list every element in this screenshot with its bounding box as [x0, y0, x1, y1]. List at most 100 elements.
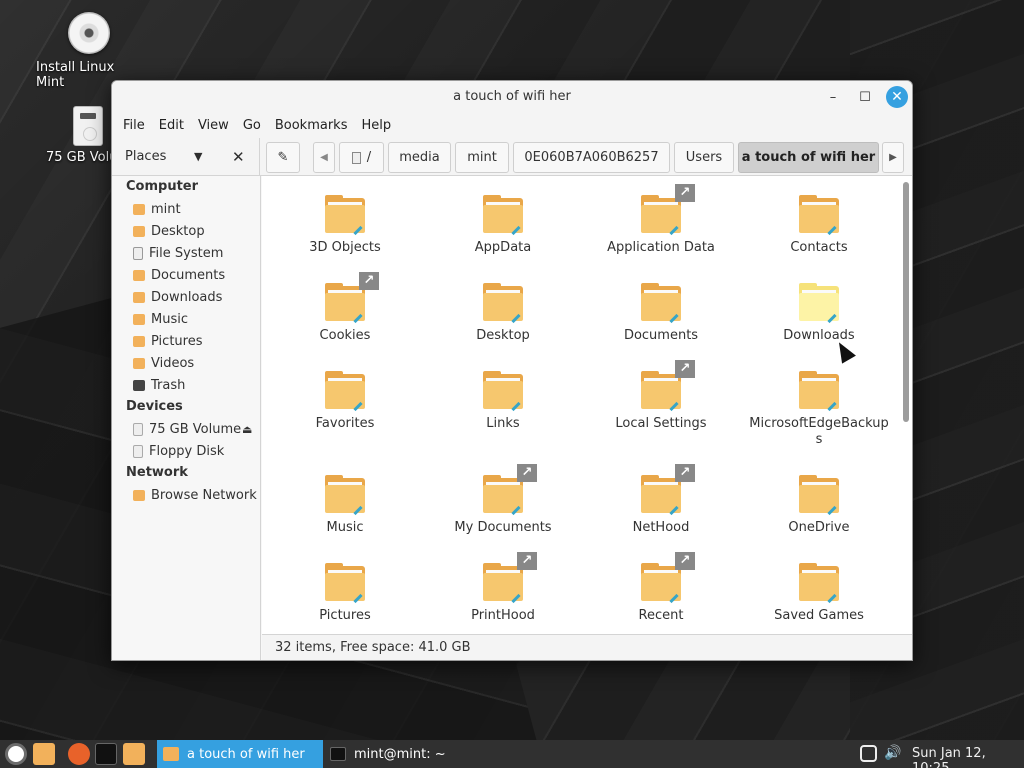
symlink-badge-icon: ↗ — [359, 272, 379, 290]
file-item[interactable]: ↗ PrintHood — [428, 552, 578, 624]
file-label: Cookies — [319, 328, 371, 343]
sidebar-item-documents[interactable]: Documents — [112, 264, 260, 286]
sidebar-item-videos[interactable]: Videos — [112, 352, 260, 374]
menu-edit[interactable]: Edit — [152, 118, 191, 133]
folder-link-icon: ↗ — [641, 552, 695, 604]
scrollbar[interactable] — [900, 176, 912, 634]
menu-view[interactable]: View — [191, 118, 236, 133]
file-label: Favorites — [315, 416, 375, 431]
maximize-button[interactable]: ☐ — [854, 86, 876, 108]
status-text: 32 items, Free space: 41.0 GB — [275, 640, 471, 655]
sidebar-item-mint[interactable]: mint — [112, 198, 260, 220]
menu-bookmarks[interactable]: Bookmarks — [268, 118, 355, 133]
file-item[interactable]: ↗ NetHood — [586, 464, 736, 536]
file-item[interactable]: Desktop — [428, 283, 578, 344]
task-file-manager[interactable]: a touch of wifi her — [157, 740, 323, 768]
file-item[interactable]: Links — [428, 371, 578, 432]
notification-icon[interactable] — [860, 745, 877, 762]
breadcrumb-users[interactable]: Users — [674, 142, 734, 173]
file-item[interactable]: 3D Objects — [270, 195, 420, 256]
file-label: Saved Games — [774, 608, 864, 623]
task-terminal[interactable]: mint@mint: ~ — [324, 740, 494, 768]
sidebar-item-pictures[interactable]: Pictures — [112, 330, 260, 352]
symlink-badge-icon: ↗ — [675, 360, 695, 378]
sidebar-item-volume[interactable]: 75 GB Volume ⏏ — [112, 418, 260, 440]
pictures-folder-icon — [133, 335, 145, 347]
file-item[interactable]: Music — [270, 475, 420, 536]
sidebar-item-browse-network[interactable]: Browse Network — [112, 484, 260, 506]
sidebar-item-label: Videos — [151, 355, 195, 371]
file-item[interactable]: ↗ Cookies — [270, 272, 420, 344]
sidebar-item-label: Music — [151, 311, 188, 327]
file-item[interactable]: ↗ Application Data — [586, 184, 736, 256]
clock[interactable]: Sun Jan 12, 10:25 — [912, 746, 1024, 768]
file-item[interactable]: MicrosoftEdgeBackups — [744, 371, 894, 448]
folder-launcher-icon[interactable] — [33, 743, 55, 765]
music-folder-icon — [133, 313, 145, 325]
breadcrumb-mint[interactable]: mint — [455, 142, 509, 173]
sidebar-item-label: Downloads — [151, 289, 223, 305]
terminal-launcher-icon[interactable] — [95, 743, 117, 765]
files-launcher-icon[interactable] — [123, 743, 145, 765]
firefox-icon[interactable] — [68, 743, 90, 765]
file-item[interactable]: Pictures — [270, 563, 420, 624]
documents-folder-icon — [133, 269, 145, 281]
symlink-badge-icon: ↗ — [675, 184, 695, 202]
file-item[interactable]: Documents — [586, 283, 736, 344]
file-item[interactable]: Favorites — [270, 371, 420, 432]
drive-icon — [351, 151, 361, 164]
menu-go[interactable]: Go — [236, 118, 268, 133]
sidebar-item-floppy[interactable]: Floppy Disk — [112, 440, 260, 462]
desktop-icon-install-mint[interactable]: Install Linux Mint — [36, 12, 142, 90]
disc-icon — [68, 12, 110, 54]
minimize-button[interactable]: – — [822, 86, 844, 108]
places-dropdown[interactable]: Places ▼ ✕ — [112, 137, 260, 176]
breadcrumb-media[interactable]: media — [388, 142, 451, 173]
file-item[interactable]: Downloads — [744, 283, 894, 344]
file-label: OneDrive — [788, 520, 850, 535]
downloads-folder-icon — [133, 291, 145, 303]
close-button[interactable]: ✕ — [886, 86, 908, 108]
file-item[interactable]: AppData — [428, 195, 578, 256]
scroll-thumb[interactable] — [903, 182, 909, 422]
folder-link-icon: ↗ — [641, 464, 695, 516]
file-label: PrintHood — [471, 608, 535, 623]
drive-icon — [133, 246, 143, 260]
folder-icon — [483, 371, 523, 412]
file-label: 3D Objects — [309, 240, 381, 255]
sidebar-item-file-system[interactable]: File System — [112, 242, 260, 264]
file-label: Downloads — [783, 328, 855, 343]
file-item[interactable]: Contacts — [744, 195, 894, 256]
file-item[interactable]: ↗ Local Settings — [586, 360, 736, 432]
file-item[interactable]: OneDrive — [744, 475, 894, 536]
menu-icon[interactable] — [5, 743, 27, 765]
sidebar-item-trash[interactable]: Trash — [112, 374, 260, 396]
breadcrumb-root[interactable]: / — [339, 142, 384, 173]
folder-icon — [133, 225, 145, 237]
chevron-left-icon: ◀ — [320, 152, 328, 163]
file-item[interactable]: ↗ My Documents — [428, 464, 578, 536]
menu-help[interactable]: Help — [354, 118, 398, 133]
sidebar-item-downloads[interactable]: Downloads — [112, 286, 260, 308]
breadcrumb-current[interactable]: a touch of wifi her — [738, 142, 879, 173]
file-label: Contacts — [790, 240, 848, 255]
sidebar-heading-devices: Devices — [126, 399, 183, 414]
file-item[interactable]: ↗ Recent — [586, 552, 736, 624]
file-item[interactable]: Saved Games — [744, 563, 894, 624]
folder-icon — [163, 747, 179, 761]
volume-icon[interactable]: 🔊 — [884, 745, 901, 761]
sidebar-item-music[interactable]: Music — [112, 308, 260, 330]
close-sidebar-icon[interactable]: ✕ — [232, 148, 245, 166]
sidebar-item-label: 75 GB Volume — [149, 421, 242, 437]
folder-link-icon: ↗ — [641, 360, 695, 412]
eject-icon[interactable]: ⏏ — [242, 423, 252, 436]
edit-location-button[interactable]: ✎ — [266, 142, 300, 173]
sidebar-item-desktop[interactable]: Desktop — [112, 220, 260, 242]
breadcrumb-forward-button[interactable]: ▶ — [882, 142, 904, 173]
breadcrumb-back-button[interactable]: ◀ — [313, 142, 335, 173]
chevron-down-icon[interactable]: ▼ — [194, 150, 202, 163]
menu-file[interactable]: File — [116, 118, 152, 133]
places-label: Places — [125, 149, 167, 164]
title-bar[interactable]: a touch of wifi her – ☐ ✕ — [112, 81, 912, 112]
breadcrumb-drive-id[interactable]: 0E060B7A060B6257 — [513, 142, 670, 173]
